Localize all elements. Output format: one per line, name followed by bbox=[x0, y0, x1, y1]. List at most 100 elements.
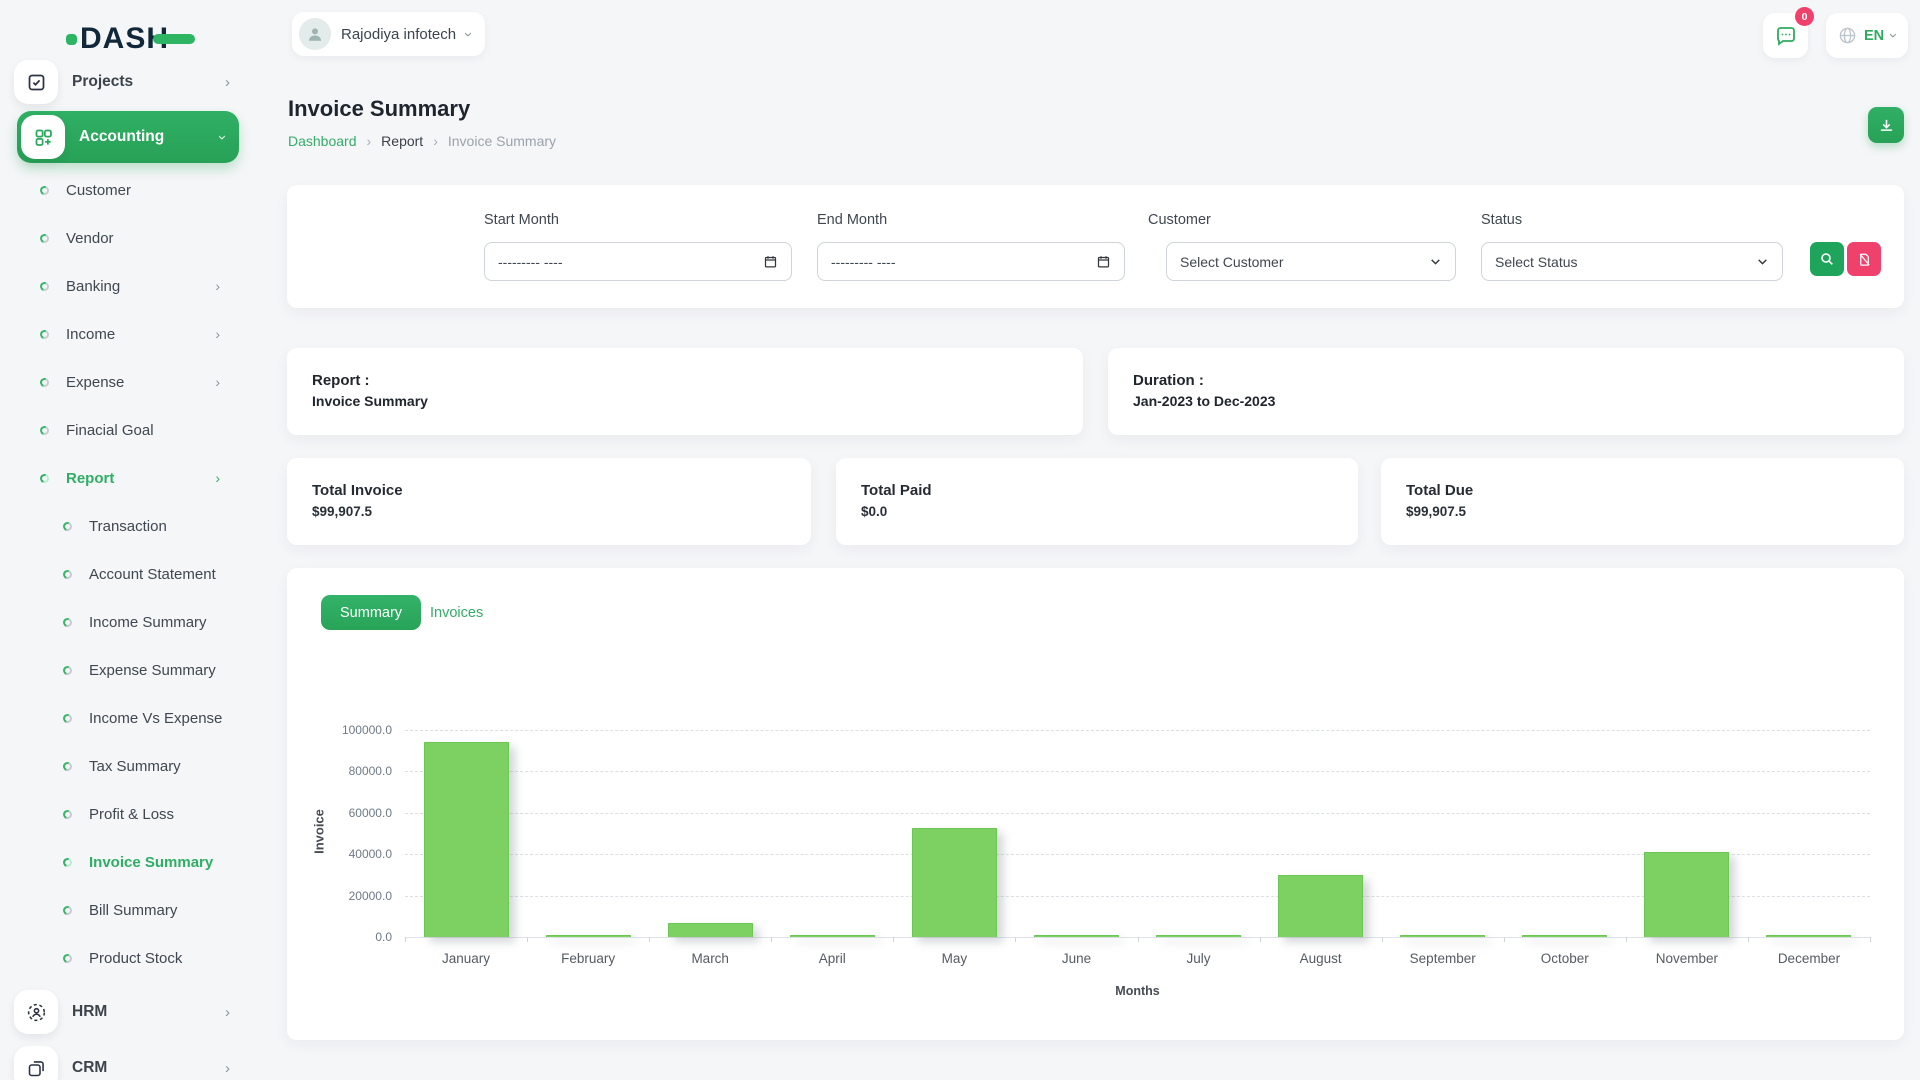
chat-bubble-icon bbox=[1774, 24, 1798, 48]
chevron-down-icon bbox=[1429, 255, 1442, 268]
reset-filter-button[interactable] bbox=[1847, 242, 1881, 276]
breadcrumb-current: Invoice Summary bbox=[448, 133, 556, 149]
check-square-icon bbox=[26, 72, 47, 93]
bullet-icon bbox=[62, 616, 74, 628]
y-axis-tick-label: 40000.0 bbox=[292, 847, 392, 861]
sidebar-item-income[interactable]: Income › bbox=[0, 310, 256, 358]
sidebar-item-report[interactable]: Report › bbox=[0, 454, 256, 502]
customer-label: Customer bbox=[1148, 212, 1211, 228]
x-axis-tick bbox=[1382, 937, 1383, 942]
start-month-label: Start Month bbox=[484, 212, 559, 228]
end-month-label: End Month bbox=[817, 212, 887, 228]
sidebar-item-product-stock[interactable]: Product Stock bbox=[0, 934, 256, 982]
sidebar-accounting-children: Customer Vendor Banking › Income › Expen… bbox=[0, 166, 256, 982]
x-axis-label: November bbox=[1622, 951, 1752, 966]
sidebar-item-tax-summary[interactable]: Tax Summary bbox=[0, 742, 256, 790]
sidebar-item-income-summary[interactable]: Income Summary bbox=[0, 598, 256, 646]
globe-icon bbox=[1838, 26, 1857, 45]
messages-button[interactable]: 0 bbox=[1763, 13, 1808, 58]
sidebar-item-projects[interactable]: Projects › bbox=[14, 56, 242, 108]
x-axis-tick bbox=[771, 937, 772, 942]
projects-icon-box bbox=[14, 60, 58, 104]
sidebar-item-income-vs-expense[interactable]: Income Vs Expense bbox=[0, 694, 256, 742]
bar-october bbox=[1522, 935, 1607, 937]
end-month-input[interactable]: --------- ---- bbox=[817, 242, 1125, 281]
chevron-down-icon: › bbox=[215, 135, 230, 140]
sidebar-item-expense[interactable]: Expense › bbox=[0, 358, 256, 406]
breadcrumb-dashboard[interactable]: Dashboard bbox=[288, 133, 357, 149]
sidebar-item-expense-summary[interactable]: Expense Summary bbox=[0, 646, 256, 694]
bar-may bbox=[912, 828, 997, 937]
download-button[interactable] bbox=[1868, 107, 1904, 143]
bar-september bbox=[1400, 935, 1485, 937]
company-selector[interactable]: Rajodiya infotech › bbox=[292, 12, 485, 56]
chevron-right-icon: › bbox=[225, 1005, 230, 1020]
x-axis-tick bbox=[1870, 937, 1871, 942]
x-axis-label: February bbox=[523, 951, 653, 966]
bar-july bbox=[1156, 935, 1241, 937]
grid-plus-icon bbox=[33, 127, 54, 148]
sidebar-item-accounting[interactable]: Accounting › bbox=[17, 111, 239, 163]
status-select[interactable]: Select Status bbox=[1481, 242, 1783, 281]
bullet-icon bbox=[39, 232, 51, 244]
apply-filter-button[interactable] bbox=[1810, 242, 1844, 276]
x-axis-tick bbox=[1626, 937, 1627, 942]
chevron-down-icon: › bbox=[461, 32, 476, 37]
sidebar-item-account-statement[interactable]: Account Statement bbox=[0, 550, 256, 598]
stat-value: $99,907.5 bbox=[1406, 504, 1466, 519]
bullet-icon bbox=[39, 328, 51, 340]
breadcrumb-separator: › bbox=[367, 133, 372, 149]
total-due-card: Total Due $99,907.5 bbox=[1381, 458, 1904, 545]
chevron-down-icon bbox=[1756, 255, 1769, 268]
sidebar-item-crm[interactable]: CRM › bbox=[14, 1042, 242, 1080]
gridline bbox=[405, 813, 1870, 814]
bullet-icon bbox=[39, 424, 51, 436]
sidebar-item-profit-loss[interactable]: Profit & Loss bbox=[0, 790, 256, 838]
calendar-icon bbox=[1096, 254, 1111, 269]
stat-label: Total Due bbox=[1406, 482, 1473, 499]
bar-june bbox=[1034, 935, 1119, 937]
gridline bbox=[405, 771, 1870, 772]
bullet-icon bbox=[62, 712, 74, 724]
bullet-icon bbox=[62, 904, 74, 916]
sidebar-item-banking[interactable]: Banking › bbox=[0, 262, 256, 310]
sidebar-item-finacial-goal[interactable]: Finacial Goal bbox=[0, 406, 256, 454]
company-avatar bbox=[299, 18, 331, 50]
x-axis-tick bbox=[649, 937, 650, 942]
sidebar-item-bill-summary[interactable]: Bill Summary bbox=[0, 886, 256, 934]
bullet-icon bbox=[62, 856, 74, 868]
crm-layers-icon bbox=[26, 1058, 47, 1079]
sidebar-item-customer[interactable]: Customer bbox=[0, 166, 256, 214]
customer-select[interactable]: Select Customer bbox=[1166, 242, 1456, 281]
start-month-input[interactable]: --------- ---- bbox=[484, 242, 792, 281]
sidebar-item-transaction[interactable]: Transaction bbox=[0, 502, 256, 550]
y-axis-tick-label: 80000.0 bbox=[292, 764, 392, 778]
bar-august bbox=[1278, 875, 1363, 937]
x-axis-tick bbox=[527, 937, 528, 942]
sidebar-item-label: Projects bbox=[72, 73, 211, 91]
gridline bbox=[405, 730, 1870, 731]
bar-march bbox=[668, 923, 753, 937]
sidebar-item-hrm[interactable]: HRM › bbox=[14, 986, 242, 1038]
duration-info-card: Duration : Jan-2023 to Dec-2023 bbox=[1108, 348, 1904, 435]
bullet-icon bbox=[39, 376, 51, 388]
breadcrumb-separator: › bbox=[433, 133, 438, 149]
breadcrumb: Dashboard › Report › Invoice Summary bbox=[288, 133, 556, 149]
sidebar-item-invoice-summary[interactable]: Invoice Summary bbox=[0, 838, 256, 886]
summary-chart-card: Summary Invoices 0.020000.040000.060000.… bbox=[287, 568, 1904, 1040]
x-axis-tick bbox=[1504, 937, 1505, 942]
crm-icon-box bbox=[14, 1046, 58, 1080]
stat-value: $0.0 bbox=[861, 504, 887, 519]
chevron-down-icon: › bbox=[1886, 33, 1901, 38]
bar-april bbox=[790, 935, 875, 937]
chevron-right-icon: › bbox=[215, 471, 220, 485]
bar-december bbox=[1766, 935, 1851, 937]
sidebar-item-vendor[interactable]: Vendor bbox=[0, 214, 256, 262]
page-title: Invoice Summary bbox=[288, 96, 470, 122]
chevron-right-icon: › bbox=[215, 375, 220, 389]
language-selector[interactable]: EN › bbox=[1826, 13, 1908, 58]
duration-value: Jan-2023 to Dec-2023 bbox=[1133, 393, 1275, 409]
total-paid-card: Total Paid $0.0 bbox=[836, 458, 1358, 545]
person-icon bbox=[306, 25, 324, 43]
bullet-icon bbox=[62, 760, 74, 772]
